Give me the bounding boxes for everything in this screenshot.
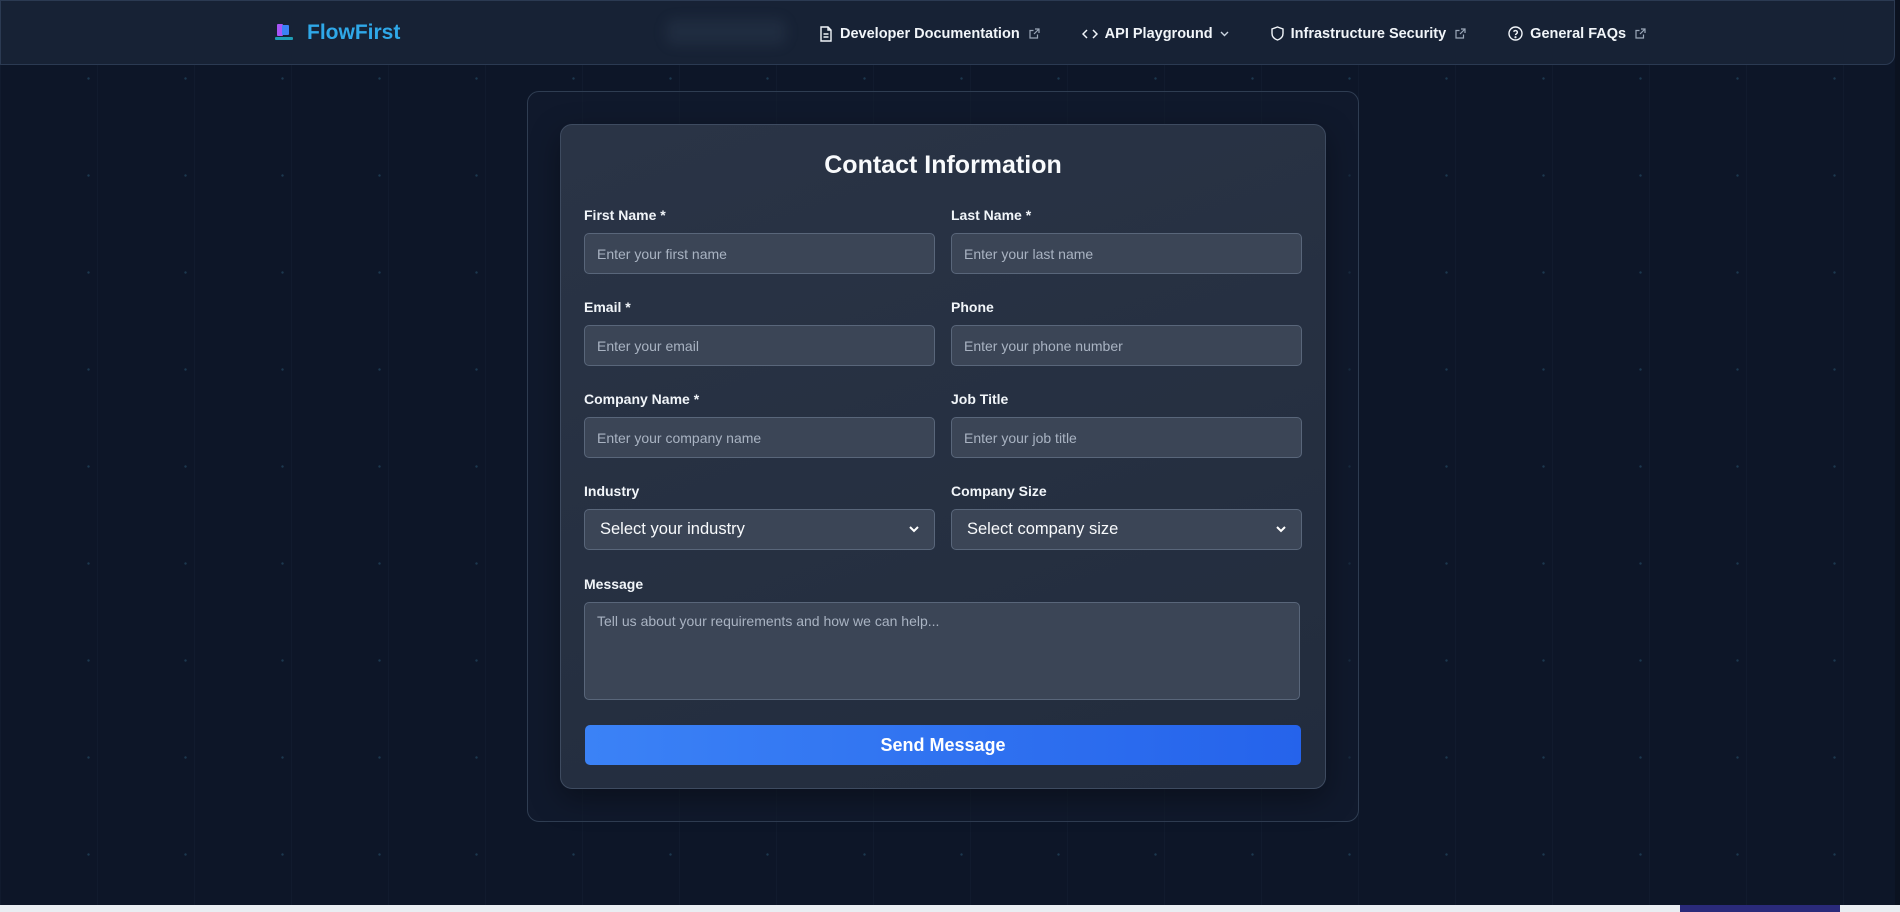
email-label: Email * — [584, 299, 631, 315]
code-icon — [1081, 28, 1098, 39]
form-title: Contact Information — [824, 151, 1062, 179]
nav-label: Infrastructure Security — [1290, 25, 1447, 42]
company-name-label: Company Name * — [584, 391, 700, 407]
brand-name: FlowFirst — [307, 21, 401, 44]
industry-selected-value: Select your industry — [600, 520, 745, 538]
brand[interactable]: FlowFirst — [273, 21, 400, 45]
external-link-icon — [1455, 28, 1466, 39]
chevron-down-icon — [1220, 31, 1229, 36]
external-link-icon — [1029, 28, 1040, 39]
phone-input[interactable] — [951, 325, 1302, 366]
first-name-input[interactable] — [584, 233, 935, 274]
first-name-label: First Name * — [584, 207, 666, 223]
nav-infrastructure-security[interactable]: Infrastructure Security — [1270, 25, 1467, 42]
message-label: Message — [584, 576, 644, 592]
nav-label: Developer Documentation — [840, 25, 1020, 42]
company-name-input[interactable] — [584, 417, 935, 458]
shield-icon — [1270, 26, 1284, 41]
contact-form-card: Contact Information First Name * Last Na… — [560, 124, 1326, 789]
company-size-label: Company Size — [951, 483, 1047, 499]
nav-api-playground[interactable]: API Playground — [1081, 25, 1229, 42]
external-link-icon — [1635, 28, 1646, 39]
email-input[interactable] — [584, 325, 935, 366]
nav-placeholder — [666, 19, 786, 45]
phone-label: Phone — [951, 299, 994, 315]
flowfirst-logo-icon — [273, 22, 295, 44]
industry-select[interactable]: Select your industry — [584, 509, 935, 550]
industry-label: Industry — [584, 483, 640, 499]
company-size-select[interactable]: Select company size — [951, 509, 1302, 550]
nav-label: General FAQs — [1530, 25, 1627, 42]
help-circle-icon — [1508, 26, 1523, 41]
nav-label: API Playground — [1104, 25, 1213, 42]
job-title-input[interactable] — [951, 417, 1302, 458]
document-icon — [820, 25, 832, 42]
company-size-selected-value: Select company size — [967, 520, 1119, 538]
taskbar-strip — [0, 905, 1900, 912]
send-message-button[interactable]: Send Message — [585, 725, 1301, 765]
nav-links: Developer Documentation API Playground I… — [819, 1, 1646, 66]
nav-developer-documentation[interactable]: Developer Documentation — [819, 26, 1040, 42]
last-name-input[interactable] — [951, 233, 1302, 274]
window-edge — [1895, 0, 1900, 905]
job-title-label: Job Title — [951, 391, 1009, 407]
top-navbar: FlowFirst Developer Documentation API Pl… — [0, 0, 1895, 65]
last-name-label: Last Name * — [951, 207, 1032, 223]
chevron-down-icon — [909, 524, 919, 536]
taskbar-accent — [1680, 905, 1840, 912]
nav-general-faqs[interactable]: General FAQs — [1508, 26, 1646, 42]
message-textarea[interactable] — [584, 602, 1300, 700]
chevron-down-icon — [1276, 524, 1286, 536]
